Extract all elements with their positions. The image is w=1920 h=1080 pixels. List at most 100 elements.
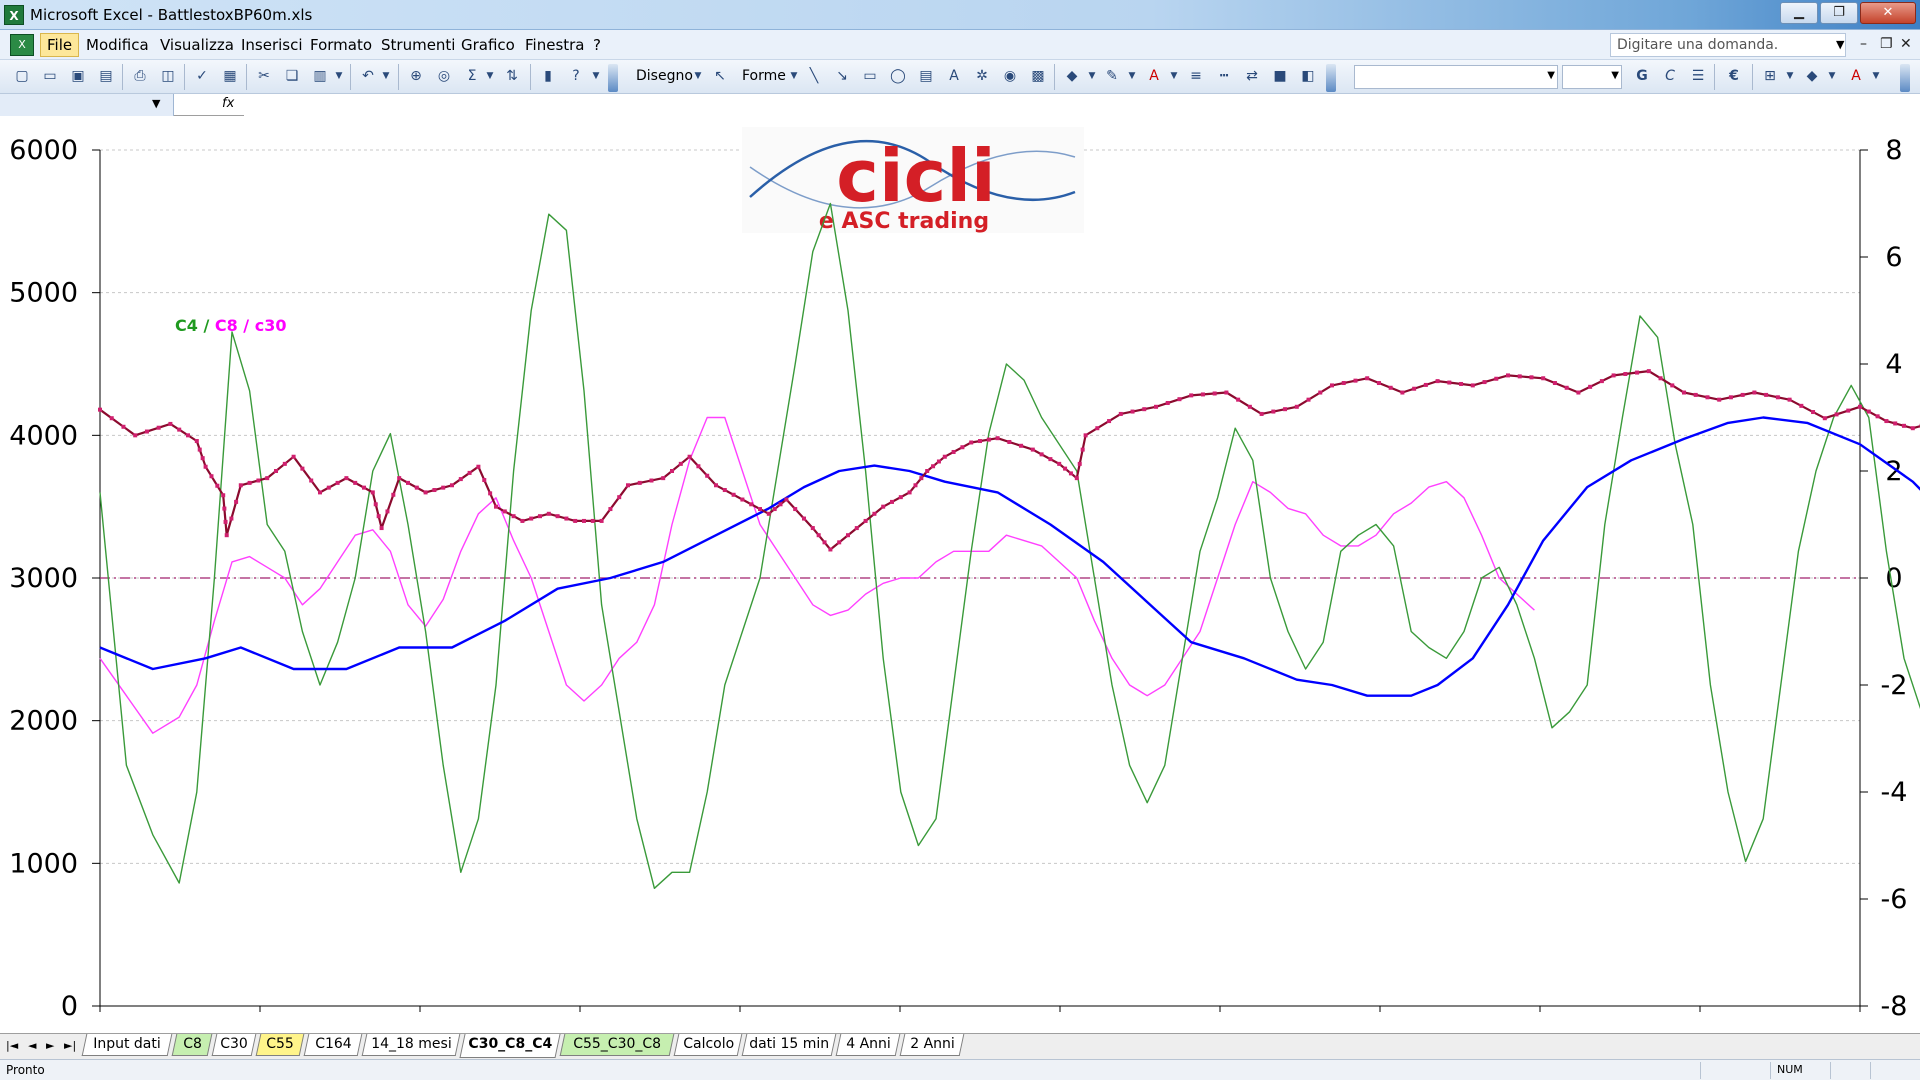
toolbar-grip[interactable]	[608, 64, 618, 92]
sheet-tab-c30-c8-c4[interactable]: C30_C8_C4	[459, 1034, 561, 1058]
3d-icon[interactable]: ◧	[1298, 66, 1318, 86]
chart-area[interactable]: 0 1000 2000 3000 4000 5000 6000 -8 -6 -4 -2 0 2 4 6 8 c…	[0, 117, 1920, 1033]
menu-finestra[interactable]: Finestra	[525, 36, 585, 54]
highlight-dropdown-icon[interactable]: ▼	[1826, 66, 1838, 86]
rectangle-icon[interactable]: ▭	[860, 66, 880, 86]
sheet-tab-c55[interactable]: C55	[255, 1034, 305, 1056]
oval-icon[interactable]: ◯	[888, 66, 908, 86]
spelling-icon[interactable]: ✓	[192, 66, 212, 86]
cut-icon[interactable]: ✂	[254, 66, 274, 86]
ask-question-input[interactable]: Digitare una domanda.	[1610, 33, 1846, 57]
line-color-icon[interactable]: ✎	[1102, 66, 1122, 86]
font-size-combo[interactable]: ▼	[1562, 65, 1622, 89]
italic-icon[interactable]: C	[1660, 66, 1680, 86]
toolbar-grip-2[interactable]	[1326, 64, 1336, 92]
research-icon[interactable]: ▦	[220, 66, 240, 86]
doc-restore-icon[interactable]: ❐	[1880, 36, 1893, 52]
drawing-menu-button[interactable]: Disegno	[636, 68, 693, 84]
sheet-tab-input-dati[interactable]: Input dati	[81, 1034, 173, 1056]
next-sheet-icon[interactable]: ►	[46, 1039, 54, 1052]
sheet-tab-c164[interactable]: C164	[303, 1034, 363, 1056]
currency-icon[interactable]: €	[1724, 66, 1744, 86]
fill-color-dropdown-icon[interactable]: ▼	[1086, 66, 1098, 86]
options-dropdown-icon[interactable]: ▼	[590, 66, 602, 86]
autosum-dropdown-icon[interactable]: ▼	[484, 66, 496, 86]
select-pointer-icon[interactable]: ↖	[710, 66, 730, 86]
print-icon[interactable]: ⎙	[130, 66, 150, 86]
borders-dropdown-icon[interactable]: ▼	[1784, 66, 1796, 86]
doc-minimize-icon[interactable]: –	[1860, 36, 1867, 52]
hyperlink-icon[interactable]: ⊕	[406, 66, 426, 86]
line-color-dropdown-icon[interactable]: ▼	[1126, 66, 1138, 86]
workbook-icon[interactable]: X	[10, 34, 34, 56]
undo-icon[interactable]: ↶	[358, 66, 378, 86]
sheet-tab-2-anni[interactable]: 2 Anni	[899, 1034, 965, 1056]
save-icon[interactable]: ▣	[68, 66, 88, 86]
maximize-button[interactable]: ❐	[1820, 2, 1858, 24]
font-color-dropdown-icon[interactable]: ▼	[1168, 66, 1180, 86]
formula-input[interactable]	[244, 94, 1920, 116]
menu-strumenti[interactable]: Strumenti	[381, 36, 455, 54]
excel-icon[interactable]: X	[4, 5, 24, 25]
chevron-down-icon[interactable]: ▼	[152, 97, 160, 110]
chevron-down-icon[interactable]: ▼	[1836, 38, 1844, 51]
sort-icon[interactable]: ⇅	[502, 66, 522, 86]
font-color-icon[interactable]: A	[1144, 66, 1164, 86]
new-icon[interactable]: ▢	[12, 66, 32, 86]
insert-function-icon[interactable]: fx	[222, 96, 234, 111]
highlight-color-icon[interactable]: ◆	[1802, 66, 1822, 86]
picture-icon[interactable]: ▩	[1028, 66, 1048, 86]
toolbar-grip-3[interactable]	[1900, 64, 1910, 92]
last-sheet-icon[interactable]: ►|	[64, 1039, 76, 1052]
borders-icon[interactable]: ⊞	[1760, 66, 1780, 86]
clipart-icon[interactable]: ◉	[1000, 66, 1020, 86]
textbox-icon[interactable]: ▤	[916, 66, 936, 86]
sheet-tab-14-18-mesi[interactable]: 14_18 mesi	[361, 1034, 461, 1056]
line-style-icon[interactable]: ≡	[1186, 66, 1206, 86]
sheet-tab-c8[interactable]: C8	[171, 1034, 213, 1056]
menu-help[interactable]: ?	[593, 36, 601, 54]
shapes-dropdown-icon[interactable]: ▼	[788, 66, 800, 86]
autosum-icon[interactable]: Σ	[462, 66, 482, 86]
help-icon[interactable]: ?	[566, 66, 586, 86]
menu-inserisci[interactable]: Inserisci	[241, 36, 303, 54]
name-box[interactable]: ▼	[0, 94, 174, 116]
chart-wizard-icon[interactable]: ▮	[538, 66, 558, 86]
open-icon[interactable]: ▭	[40, 66, 60, 86]
minimize-button[interactable]: ▁	[1780, 2, 1818, 24]
arrow-style-icon[interactable]: ⇄	[1242, 66, 1262, 86]
sheet-tab-c30[interactable]: C30	[211, 1034, 257, 1056]
chart-svg[interactable]: 0100020003000400050006000-8-6-4-202468 c…	[0, 117, 1920, 1033]
menu-grafico[interactable]: Grafico	[461, 36, 515, 54]
copy-icon[interactable]: ❏	[282, 66, 302, 86]
dash-style-icon[interactable]: ┅	[1214, 66, 1234, 86]
print-preview-icon[interactable]: ◫	[158, 66, 178, 86]
text-color-dropdown-icon[interactable]: ▼	[1870, 66, 1882, 86]
menu-formato[interactable]: Formato	[310, 36, 372, 54]
diagram-icon[interactable]: ✲	[972, 66, 992, 86]
fill-color-icon[interactable]: ◆	[1062, 66, 1082, 86]
sheet-tab-c55-c30-c8[interactable]: C55_C30_C8	[559, 1034, 675, 1056]
zoom-icon[interactable]: ◎	[434, 66, 454, 86]
menu-file[interactable]: File	[40, 33, 80, 57]
align-icon[interactable]: ☰	[1688, 66, 1708, 86]
drawing-dropdown-icon[interactable]: ▼	[692, 66, 704, 86]
line-icon[interactable]: ╲	[804, 66, 824, 86]
text-color-icon[interactable]: A	[1846, 66, 1866, 86]
arrow-icon[interactable]: ↘	[832, 66, 852, 86]
sheet-tab-4-anni[interactable]: 4 Anni	[835, 1034, 901, 1056]
permission-icon[interactable]: ▤	[96, 66, 116, 86]
shapes-menu-button[interactable]: Forme	[742, 68, 786, 84]
shadow-icon[interactable]: ■	[1270, 66, 1290, 86]
close-button[interactable]: ✕	[1860, 2, 1916, 24]
sheet-tab-dati-15-min[interactable]: dati 15 min	[741, 1034, 837, 1056]
prev-sheet-icon[interactable]: ◄	[28, 1039, 36, 1052]
bold-icon[interactable]: G	[1632, 66, 1652, 86]
wordart-icon[interactable]: A	[944, 66, 964, 86]
first-sheet-icon[interactable]: |◄	[6, 1039, 18, 1052]
font-name-combo[interactable]: ▼	[1354, 65, 1558, 89]
paste-dropdown-icon[interactable]: ▼	[333, 66, 345, 86]
doc-close-icon[interactable]: ✕	[1900, 36, 1912, 52]
menu-visualizza[interactable]: Visualizza	[160, 36, 234, 54]
sheet-tab-calcolo[interactable]: Calcolo	[673, 1034, 743, 1056]
